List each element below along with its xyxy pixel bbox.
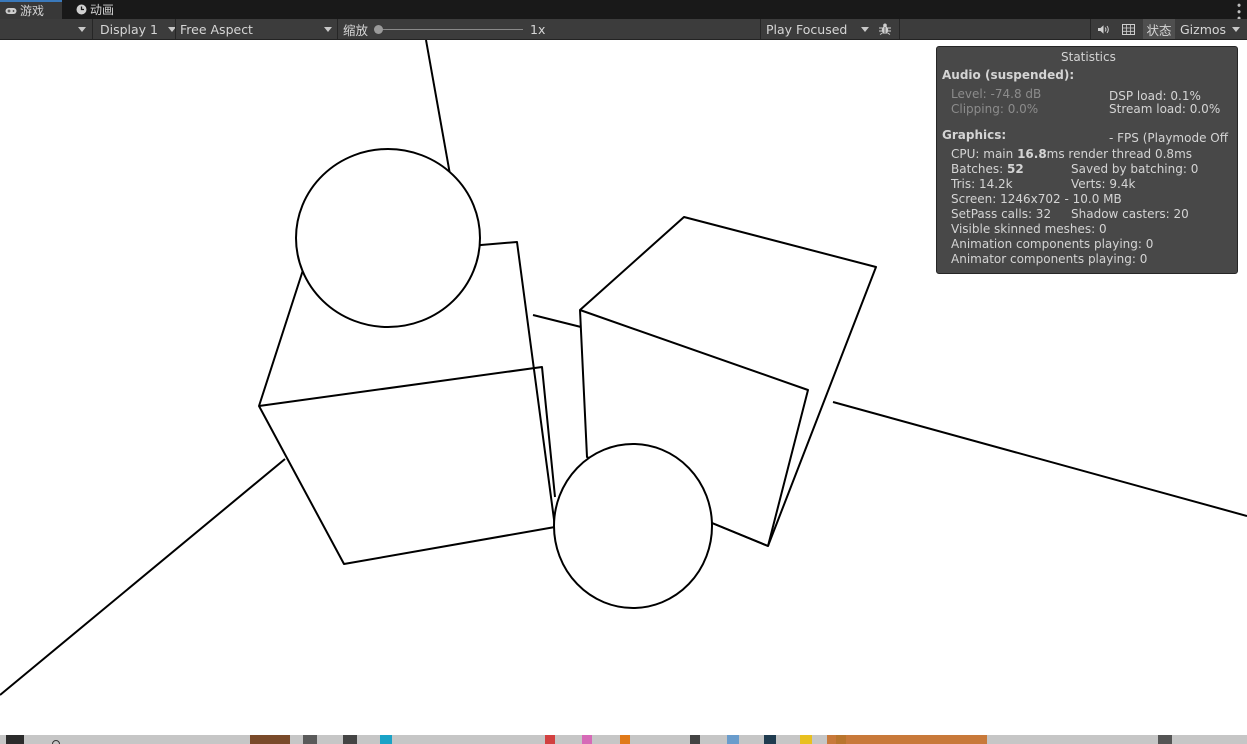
taskbar-tray-icon[interactable]: [1158, 735, 1172, 744]
taskbar-app-icon[interactable]: [250, 735, 290, 744]
sphere-top: [295, 148, 481, 328]
divider: [175, 19, 176, 39]
cpu-suffix: ms render thread 0.8ms: [1046, 147, 1193, 161]
saved-batching: Saved by batching: 0: [1071, 162, 1199, 176]
tab-game-label: 游戏: [20, 4, 45, 18]
taskbar-app-icon[interactable]: [727, 735, 739, 744]
grid-icon[interactable]: [1120, 21, 1136, 37]
chevron-down-icon: [861, 26, 869, 32]
skinned-meshes-stat: Visible skinned meshes: 0: [951, 222, 1107, 236]
bug-icon[interactable]: [876, 21, 894, 37]
animation-components-stat: Animation components playing: 0: [951, 237, 1154, 251]
start-icon[interactable]: [6, 735, 24, 744]
divider: [1090, 19, 1091, 39]
game-view-toolbar: Display 1 Free Aspect 缩放 1x Play Focused…: [0, 19, 1247, 40]
batches-value: 52: [1007, 162, 1024, 176]
play-mode-label: Play Focused: [766, 21, 848, 37]
scale-slider-track[interactable]: [380, 29, 523, 30]
divider: [760, 19, 761, 39]
fps-readout: - FPS (Playmode Off: [1109, 131, 1228, 145]
divider: [92, 19, 93, 39]
taskbar-app-icon[interactable]: [620, 735, 630, 744]
aspect-dropdown[interactable]: Free Aspect: [180, 19, 333, 39]
stream-load: Stream load: 0.0%: [1109, 102, 1221, 116]
cpu-main-value: 16.8: [1017, 147, 1047, 161]
screen-stat: Screen: 1246x702 - 10.0 MB: [951, 192, 1122, 206]
cpu-prefix: CPU: main: [951, 147, 1018, 161]
tab-game[interactable]: 游戏: [0, 0, 62, 19]
clock-icon: [74, 4, 88, 15]
tris-stat: Tris: 14.2k: [951, 177, 1013, 191]
gizmos-label: Gizmos: [1180, 21, 1227, 37]
sphere-bottom: [553, 443, 713, 609]
ground-edge-line: [0, 458, 286, 696]
batches-prefix: Batches:: [951, 162, 1007, 176]
stats-toggle-button[interactable]: 状态: [1143, 19, 1175, 39]
batches-stat: Batches: 52: [951, 162, 1024, 177]
statistics-panel: Statistics Audio (suspended): Level: -74…: [936, 46, 1238, 274]
verts-stat: Verts: 9.4k: [1071, 177, 1136, 191]
audio-clipping: Clipping: 0.0%: [951, 102, 1039, 116]
search-icon[interactable]: [52, 740, 60, 744]
scale-slider-handle[interactable]: [374, 25, 383, 34]
stats-title: Statistics: [1061, 50, 1116, 64]
audio-level: Level: -74.8 dB: [951, 87, 1042, 101]
divider: [899, 19, 900, 39]
setpass-stat: SetPass calls: 32: [951, 207, 1052, 221]
display-label: Display 1: [100, 21, 159, 37]
taskbar-app-icon[interactable]: [545, 735, 555, 744]
graphics-header: Graphics:: [942, 128, 1007, 142]
chevron-down-icon: [1232, 26, 1240, 32]
animator-components-stat: Animator components playing: 0: [951, 252, 1148, 266]
scale-value: 1x: [530, 21, 546, 37]
audio-header: Audio (suspended):: [942, 68, 1075, 82]
play-mode-dropdown[interactable]: Play Focused: [766, 19, 870, 39]
tab-animation-label: 动画: [90, 3, 115, 17]
chevron-down-icon: [78, 26, 86, 32]
gamepad-icon: [4, 7, 18, 15]
gizmos-dropdown[interactable]: Gizmos: [1180, 19, 1240, 39]
scale-label: 缩放: [343, 22, 369, 38]
taskbar-app-icon[interactable]: [690, 735, 700, 744]
tab-animation[interactable]: 动画: [72, 0, 132, 19]
game-view-dropdown[interactable]: [78, 19, 86, 39]
shadow-casters-stat: Shadow casters: 20: [1071, 207, 1189, 221]
taskbar-app-icon[interactable]: [343, 735, 357, 744]
taskbar-active-window[interactable]: [827, 735, 987, 744]
divider: [337, 19, 338, 39]
cpu-stats: CPU: main 16.8ms render thread 0.8ms: [951, 147, 1192, 162]
taskbar-app-icon[interactable]: [764, 735, 776, 744]
aspect-label: Free Aspect: [180, 21, 253, 37]
chevron-down-icon: [324, 26, 332, 32]
ground-edge-line: [832, 401, 1247, 517]
display-dropdown[interactable]: Display 1: [100, 19, 177, 39]
taskbar-app-icon[interactable]: [380, 735, 392, 744]
os-taskbar: [0, 735, 1247, 744]
taskbar-app-icon[interactable]: [582, 735, 592, 744]
taskbar-app-icon[interactable]: [303, 735, 317, 744]
editor-tab-bar: 游戏 动画 •••: [0, 0, 1247, 21]
speaker-icon[interactable]: [1095, 21, 1111, 37]
taskbar-app-icon[interactable]: [800, 735, 812, 744]
cube-left-edge: [258, 366, 556, 498]
ground-edge-line: [532, 314, 582, 328]
